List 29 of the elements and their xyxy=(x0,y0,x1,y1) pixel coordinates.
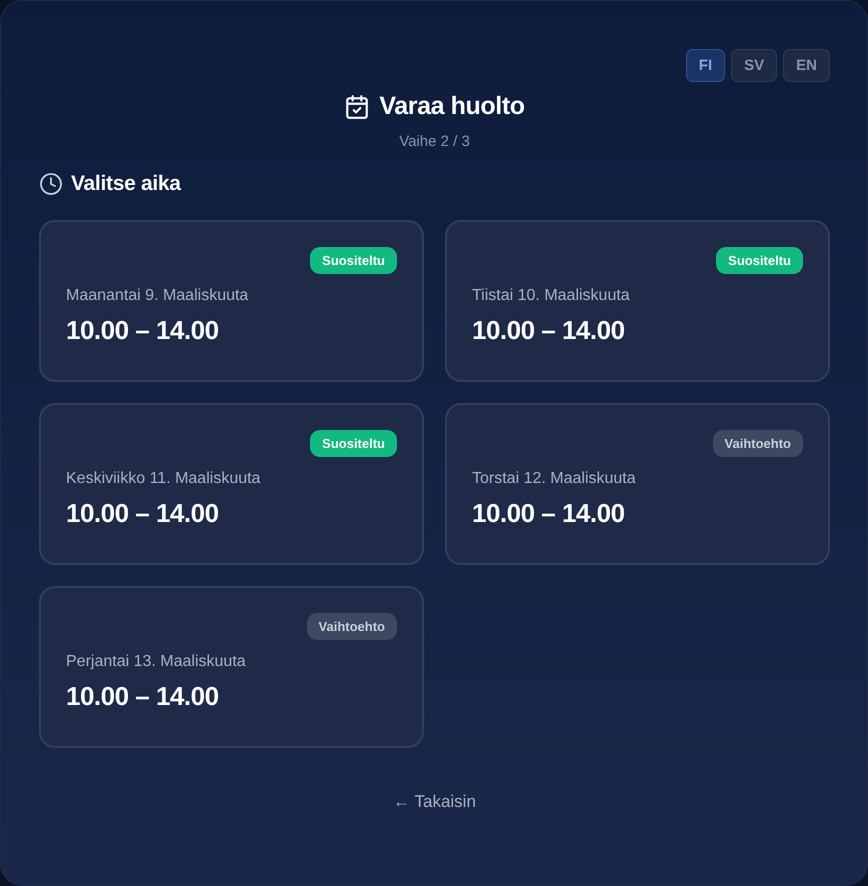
page-title: Varaa huolto xyxy=(379,92,525,121)
time-slot-card[interactable]: Vaihtoehto Perjantai 13. Maaliskuuta 10.00 – 14.00 xyxy=(39,586,424,748)
time-slot-card[interactable]: Suositeltu Tiistai 10. Maaliskuuta 10.00 – 14.00 xyxy=(445,220,830,382)
slot-date: Keskiviikko 11. Maaliskuuta xyxy=(66,470,262,488)
slot-badge: Suositeltu xyxy=(310,247,397,274)
slot-badge: Suositeltu xyxy=(310,430,397,457)
slot-badge: Vaihtoehto xyxy=(712,430,803,457)
time-slot-card[interactable]: Vaihtoehto Torstai 12. Maaliskuuta 10.00 – 14.00 xyxy=(445,403,830,565)
slot-date: Torstai 12. Maaliskuuta xyxy=(472,470,637,488)
slot-time: 10.00 – 14.00 xyxy=(472,315,626,346)
section-title: Valitse aika xyxy=(71,172,181,196)
slot-time: 10.00 – 14.00 xyxy=(66,681,220,712)
slot-badge: Vaihtoehto xyxy=(306,613,397,640)
slot-date: Tiistai 10. Maaliskuuta xyxy=(472,287,631,305)
language-button[interactable]: EN xyxy=(783,49,830,82)
time-slot-card[interactable]: Suositeltu Keskiviikko 11. Maaliskuuta 10.00 – 14.00 xyxy=(39,403,424,565)
slot-time: 10.00 – 14.00 xyxy=(66,498,220,529)
language-button[interactable]: FI xyxy=(686,49,726,82)
slot-date: Maanantai 9. Maaliskuuta xyxy=(66,287,250,305)
step-indicator: Vaihe 2 / 3 xyxy=(399,133,470,150)
clock-icon xyxy=(39,172,63,196)
time-slot-card[interactable]: Suositeltu Maanantai 9. Maaliskuuta 10.00 – 14.00 xyxy=(39,220,424,382)
slot-time: 10.00 – 14.00 xyxy=(66,315,220,346)
slot-time: 10.00 – 14.00 xyxy=(472,498,626,529)
slot-badge: Suositeltu xyxy=(716,247,803,274)
calendar-check-icon xyxy=(344,94,370,120)
back-link[interactable]: ← Takaisin xyxy=(387,788,482,816)
language-button[interactable]: SV xyxy=(731,49,778,82)
slot-date: Perjantai 13. Maaliskuuta xyxy=(66,653,247,671)
